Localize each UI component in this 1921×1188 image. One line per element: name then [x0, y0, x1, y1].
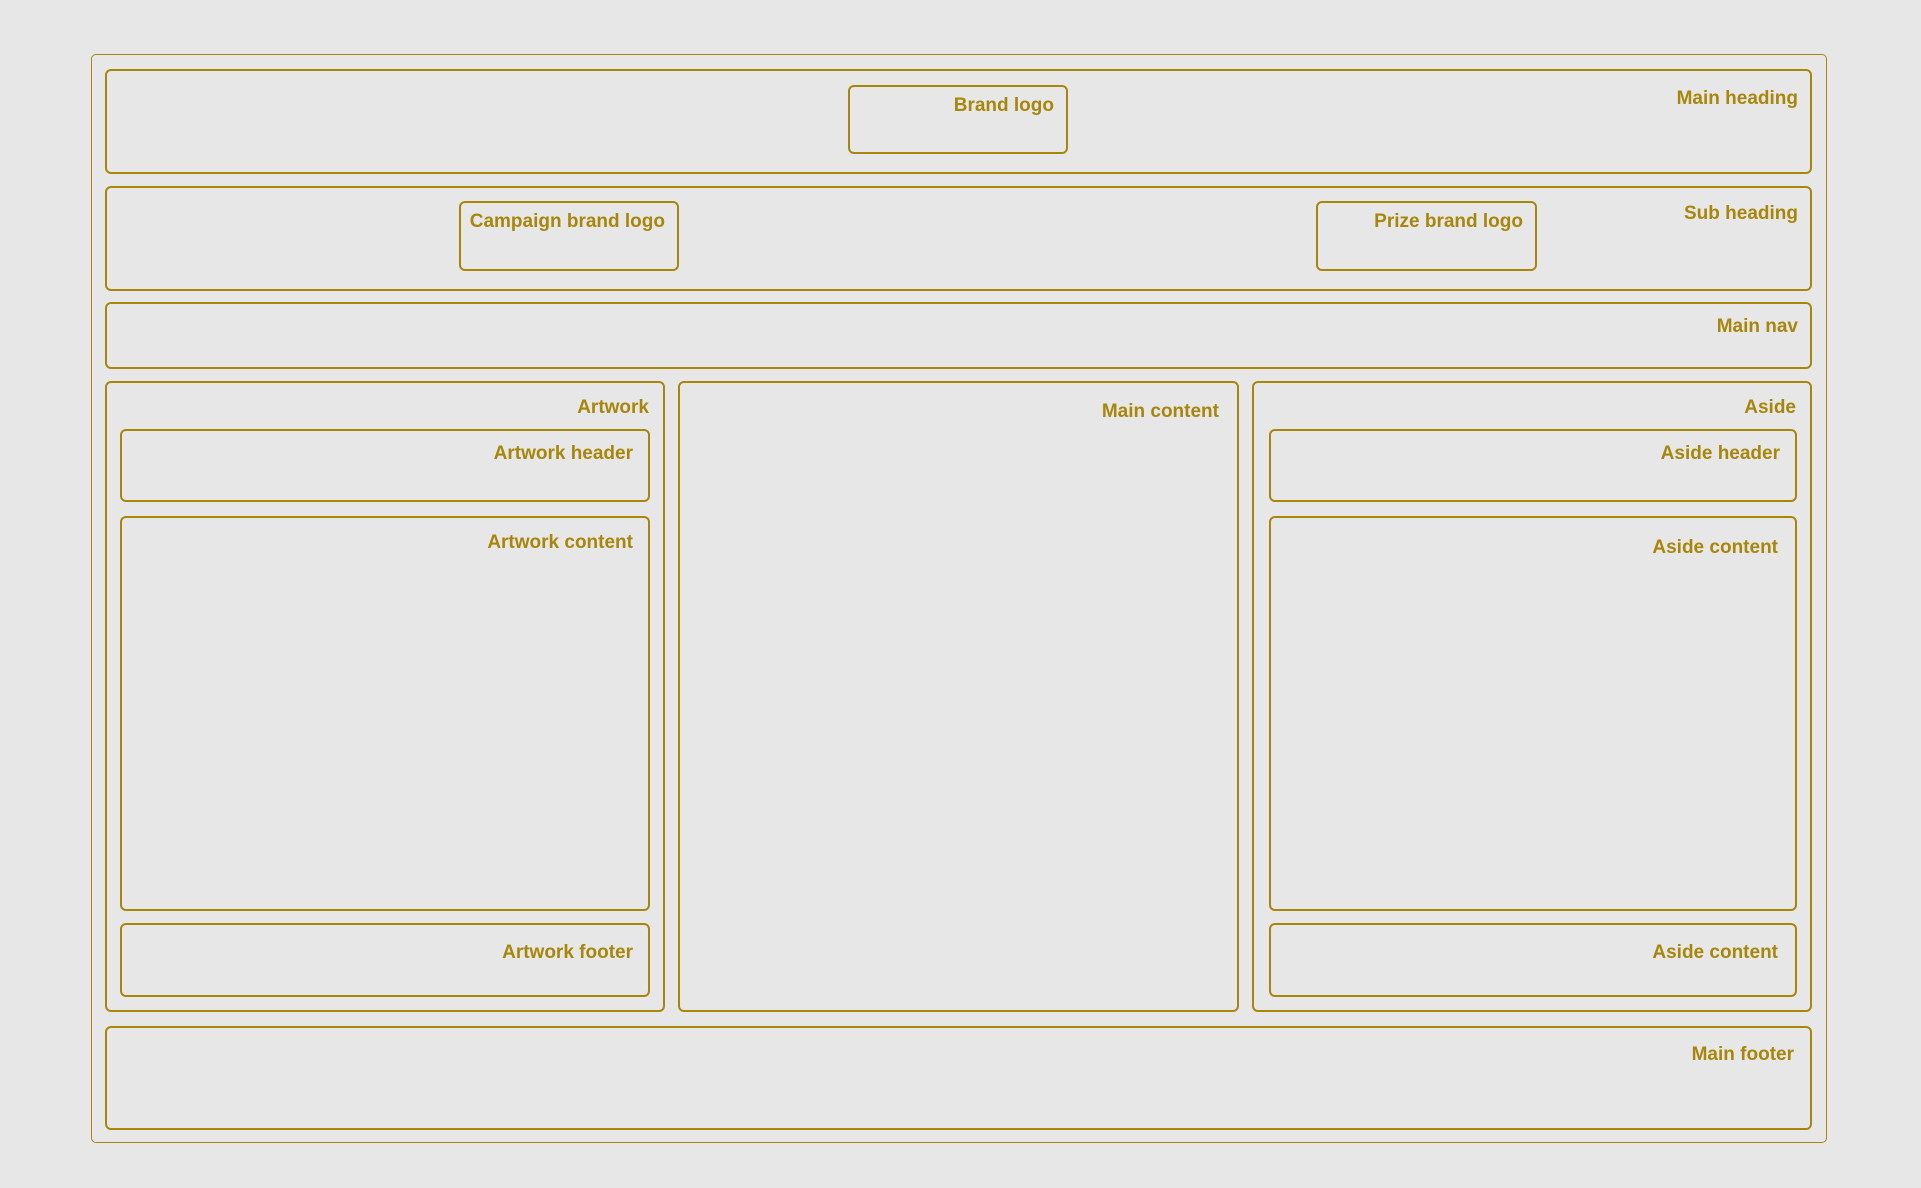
- brand-logo-region: Brand logo: [848, 85, 1068, 154]
- main-footer-label: Main footer: [1691, 1044, 1794, 1065]
- aside-footer-label: Aside content: [1652, 942, 1778, 963]
- brand-logo-label: Brand logo: [953, 95, 1054, 116]
- artwork-label: Artwork: [577, 397, 649, 418]
- campaign-brand-logo-region: Campaign brand logo: [459, 201, 679, 271]
- main-heading-label: Main heading: [1676, 88, 1798, 109]
- artwork-content-label: Artwork content: [487, 532, 633, 553]
- prize-brand-logo-label: Prize brand logo: [1374, 211, 1523, 232]
- artwork-header-region: Artwork header: [120, 429, 650, 502]
- prize-brand-logo-region: Prize brand logo: [1316, 201, 1537, 271]
- aside-footer-region: Aside content: [1269, 923, 1797, 997]
- aside-content-region: Aside content: [1269, 516, 1797, 911]
- main-nav-label: Main nav: [1716, 316, 1798, 337]
- main-nav-region: Main nav: [105, 302, 1812, 369]
- sub-heading-region: Sub heading: [105, 186, 1812, 291]
- artwork-content-region: Artwork content: [120, 516, 650, 911]
- aside-header-region: Aside header: [1269, 429, 1797, 502]
- main-content-label: Main content: [1101, 401, 1219, 422]
- artwork-footer-label: Artwork footer: [502, 942, 633, 963]
- artwork-header-label: Artwork header: [493, 443, 633, 464]
- campaign-brand-logo-label: Campaign brand logo: [469, 211, 665, 232]
- main-content-region: Main content: [678, 381, 1239, 1012]
- sub-heading-label: Sub heading: [1684, 203, 1798, 224]
- main-footer-region: Main footer: [105, 1026, 1812, 1130]
- aside-label: Aside: [1744, 397, 1796, 418]
- artwork-footer-region: Artwork footer: [120, 923, 650, 997]
- aside-header-label: Aside header: [1660, 443, 1780, 464]
- aside-content-label: Aside content: [1652, 537, 1778, 558]
